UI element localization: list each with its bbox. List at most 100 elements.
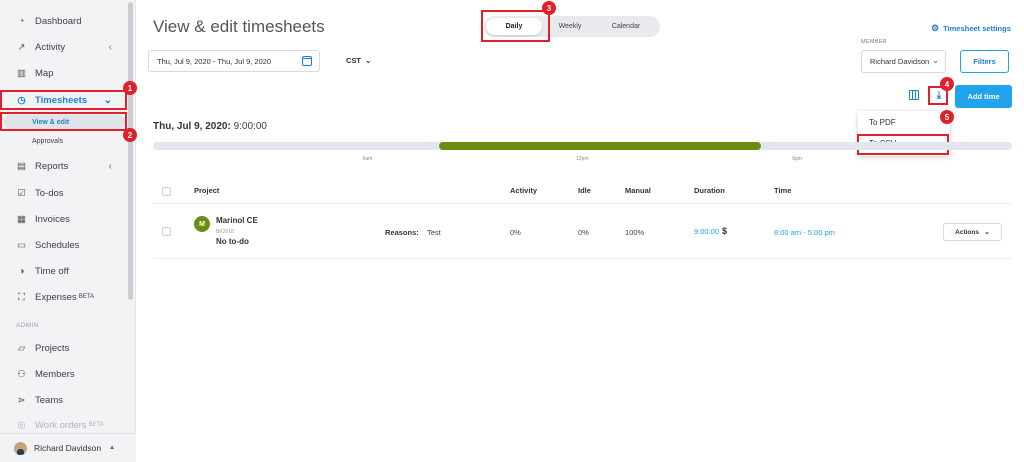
teams-icon: ⋗ [16, 395, 27, 406]
timezone-value: CST [346, 56, 361, 65]
activity-value: 0% [510, 228, 521, 237]
row-checkbox[interactable] [162, 227, 171, 236]
todos-icon: ☑ [16, 188, 27, 199]
beta-badge: BETA [89, 422, 104, 428]
sidebar-item-time-off[interactable]: ◑ Time off [0, 258, 126, 284]
schedules-icon: ▭ [16, 240, 27, 251]
sidebar-item-label: Activity [35, 42, 65, 53]
sidebar-item-label: Projects [35, 343, 69, 354]
column-header-activity[interactable]: Activity [510, 186, 537, 195]
time-range-link[interactable]: 8:00 am - 5:00 pm [774, 228, 835, 237]
tab-calendar[interactable]: Calendar [598, 23, 654, 30]
sidebar-item-todos[interactable]: ☑ To-dos [0, 180, 126, 206]
sidebar-scrollbar[interactable] [128, 2, 133, 300]
sidebar-item-schedules[interactable]: ▭ Schedules [0, 232, 126, 258]
column-header-idle[interactable]: Idle [578, 186, 591, 195]
day-timeline [153, 142, 1012, 150]
caret-up-icon: ▲ [109, 445, 115, 451]
row-divider [153, 258, 1012, 259]
chevron-left-icon: ‹ [109, 161, 112, 172]
billable-icon: $ [722, 226, 727, 236]
member-value: Richard Davidson [870, 57, 929, 66]
tracked-time-bar[interactable] [439, 142, 761, 150]
timeline-tick-6pm: 6pm [792, 156, 802, 162]
column-header-duration[interactable]: Duration [694, 186, 725, 195]
date-range-value: Thu, Jul 9, 2020 - Thu, Jul 9, 2020 [157, 57, 271, 66]
timesheet-settings-link[interactable]: ⚙ Timesheet settings [931, 23, 1011, 34]
date-range-picker[interactable]: Thu, Jul 9, 2020 - Thu, Jul 9, 2020 [148, 50, 320, 72]
sidebar-item-label: Reports [35, 161, 68, 172]
select-all-checkbox[interactable] [162, 187, 171, 196]
manual-value: 100% [625, 228, 644, 237]
duration-value[interactable]: 9:00:00 [694, 227, 719, 236]
dashboard-icon: ◔ [16, 16, 27, 27]
sidebar-item-reports[interactable]: ▤ Reports ‹ [0, 153, 126, 179]
gear-icon: ⚙ [931, 23, 939, 34]
map-icon: ▥ [16, 68, 27, 79]
export-pdf-option[interactable]: To PDF [869, 118, 896, 127]
sidebar-item-label: Time off [35, 266, 69, 277]
sidebar-item-projects[interactable]: ▱ Projects [0, 335, 126, 361]
column-header-project[interactable]: Project [194, 186, 219, 195]
sidebar-item-label: Schedules [35, 240, 79, 251]
chevron-left-icon: ‹ [109, 42, 112, 53]
projects-icon: ▱ [16, 343, 27, 354]
project-avatar: M [194, 216, 210, 232]
sidebar-item-label: Work orders [35, 420, 87, 431]
sidebar-item-dashboard[interactable]: ◔ Dashboard [0, 8, 126, 34]
columns-icon[interactable] [909, 90, 919, 100]
activity-icon: ↗ [16, 42, 27, 53]
time-off-icon: ◑ [16, 266, 27, 277]
highlight-box-timesheets [0, 90, 127, 110]
admin-section-label: ADMIN [16, 322, 38, 329]
column-header-manual[interactable]: Manual [625, 186, 651, 195]
chevron-down-icon: ⌄ [984, 228, 990, 236]
sidebar-item-label: Members [35, 369, 75, 380]
duration-cell: 9:00:00$ [694, 226, 727, 236]
expenses-icon: ⛶ [16, 292, 27, 303]
filters-button[interactable]: Filters [960, 50, 1009, 73]
add-time-button[interactable]: Add time [955, 85, 1012, 108]
header-divider [153, 203, 1012, 204]
sidebar-item-label: To-dos [35, 188, 64, 199]
invoices-icon: ▦ [16, 214, 27, 225]
sidebar-item-activity[interactable]: ↗ Activity ‹ [0, 34, 126, 60]
annotation-badge-5: 5 [940, 110, 954, 124]
sidebar-item-map[interactable]: ▥ Map [0, 60, 126, 86]
project-code: BK2018 [216, 229, 234, 235]
sidebar-item-teams[interactable]: ⋗ Teams [0, 387, 126, 413]
actions-button[interactable]: Actions ⌄ [943, 223, 1002, 241]
highlight-box-daily [481, 10, 550, 42]
idle-value: 0% [578, 228, 589, 237]
members-icon: ⚇ [16, 369, 27, 380]
day-date: Thu, Jul 9, 2020: [153, 121, 231, 132]
annotation-badge-1: 1 [123, 81, 137, 95]
sidebar-item-members[interactable]: ⚇ Members [0, 361, 126, 387]
tab-weekly[interactable]: Weekly [542, 23, 598, 30]
annotation-badge-4: 4 [940, 77, 954, 91]
day-total: 9:00:00 [234, 121, 267, 132]
user-menu[interactable]: Richard Davidson ▲ [0, 433, 136, 462]
project-name: Marinol CE [216, 216, 258, 225]
user-name: Richard Davidson [34, 443, 101, 453]
sidebar-item-invoices[interactable]: ▦ Invoices [0, 206, 126, 232]
sidebar-item-expenses[interactable]: ⛶ Expenses BETA [0, 284, 126, 310]
avatar [14, 442, 27, 455]
reasons-label: Reasons: [385, 228, 419, 237]
sidebar-subitem-approvals[interactable]: Approvals [16, 134, 136, 148]
chevron-down-icon: ⌄ [932, 56, 939, 65]
page-title: View & edit timesheets [153, 17, 325, 37]
project-todo: No to-do [216, 237, 249, 246]
column-header-time[interactable]: Time [774, 186, 791, 195]
reasons-value: Test [427, 228, 441, 237]
member-select[interactable]: Richard Davidson ⌄ [861, 50, 946, 73]
member-label: MEMBER [861, 39, 887, 45]
sidebar: ◔ Dashboard ↗ Activity ‹ ▥ Map ◷ Timeshe… [0, 0, 136, 462]
sidebar-item-label: Teams [35, 395, 63, 406]
annotation-badge-3: 3 [542, 1, 556, 15]
work-orders-icon: ◎ [16, 420, 27, 431]
sidebar-item-label: Invoices [35, 214, 70, 225]
calendar-icon[interactable] [302, 56, 312, 66]
actions-label: Actions [955, 229, 979, 236]
timezone-select[interactable]: CST ⌄ [346, 56, 371, 65]
